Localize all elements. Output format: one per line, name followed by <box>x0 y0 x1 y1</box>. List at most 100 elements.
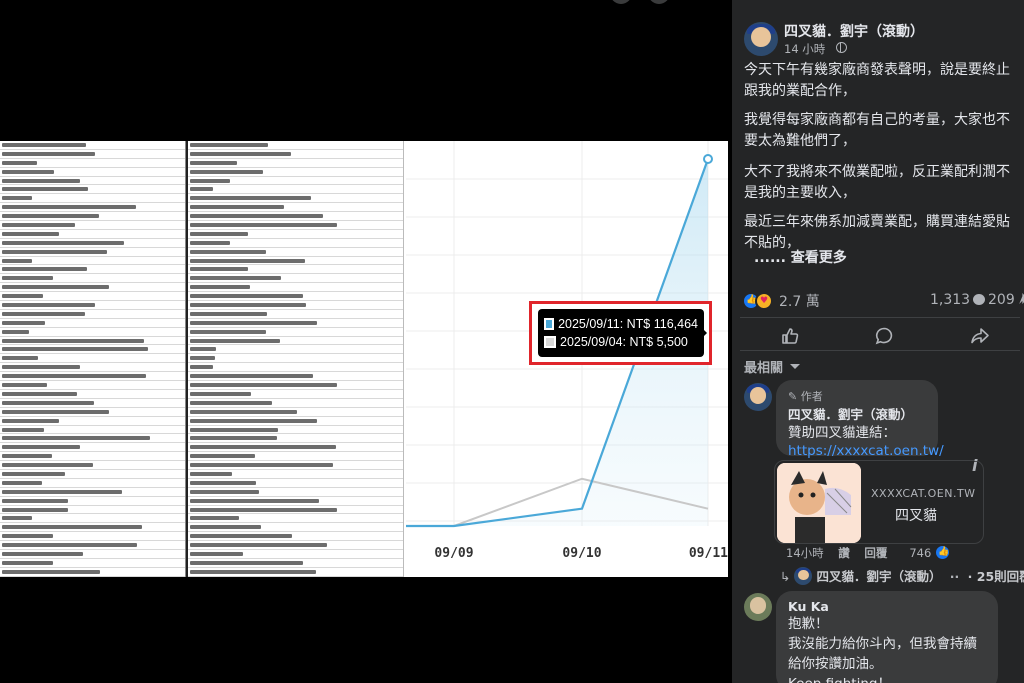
see-more-label[interactable]: ...... 查看更多 <box>754 250 847 266</box>
comment-like-button[interactable]: 讚 <box>838 546 850 560</box>
post-timestamp[interactable]: 14 小時 <box>784 41 825 57</box>
link-title: 四叉貓 <box>895 508 937 524</box>
list-row <box>0 399 185 408</box>
tooltip-row-current: 2025/09/11: NT$ 116,464 <box>544 315 698 333</box>
list-row <box>0 354 185 364</box>
comment-button[interactable] <box>870 322 898 350</box>
list-row <box>188 470 403 479</box>
comment-list-column <box>188 141 404 577</box>
commenter-avatar[interactable] <box>744 593 772 621</box>
divider <box>740 350 1020 351</box>
author-avatar[interactable] <box>744 22 778 56</box>
list-row <box>188 185 403 195</box>
like-button[interactable] <box>776 322 804 350</box>
thumbs-up-icon <box>782 328 799 344</box>
list-row <box>0 514 185 524</box>
list-row <box>188 488 403 497</box>
list-row <box>188 568 403 577</box>
list-row <box>188 408 403 417</box>
list-row <box>188 159 403 168</box>
cartoon-thumbnail <box>777 463 861 543</box>
list-row <box>188 372 403 382</box>
comment-time[interactable]: 14小時 <box>786 546 824 560</box>
list-row <box>0 239 185 248</box>
list-row <box>0 381 185 390</box>
like-reaction-icon <box>934 545 950 560</box>
list-row <box>188 417 403 426</box>
list-row <box>188 399 403 408</box>
comment-reply-button[interactable]: 回覆 <box>864 546 887 560</box>
list-row <box>0 550 185 559</box>
list-row <box>0 150 185 159</box>
tooltip-previous-value: 2025/09/04: NT$ 5,500 <box>560 335 688 349</box>
comment-text: 抱歉！ <box>788 616 829 632</box>
share-count[interactable]: 209 <box>988 292 1024 308</box>
post-panel: 四叉貓．劉宇（滾動） 14 小時 今天下午有幾家廠商發表聲明，說是要終止跟我的業… <box>732 0 1024 683</box>
share-icon <box>971 328 989 344</box>
list-row <box>188 452 403 462</box>
list-row <box>188 301 403 310</box>
post-author-name[interactable]: 四叉貓．劉宇（滾動） <box>784 21 924 41</box>
list-row <box>188 532 403 542</box>
x-tick-label: 09/10 <box>562 546 601 561</box>
list-row <box>0 203 185 213</box>
comment-count[interactable]: 1,313 <box>930 292 986 308</box>
list-row <box>0 328 185 337</box>
post-paragraph: 我覺得每家廠商都有自己的考量，大家也不要太為難他們了， <box>744 112 1010 149</box>
list-row <box>188 443 403 453</box>
more-options-icon[interactable]: i <box>972 456 977 475</box>
current-series-point <box>703 154 713 164</box>
care-reaction-icon <box>755 292 773 310</box>
tooltip-current-value: 2025/09/11: NT$ 116,464 <box>558 317 698 331</box>
sponsor-link[interactable]: https://xxxxcat.oen.tw/ <box>788 443 944 459</box>
list-row <box>0 408 185 417</box>
list-row <box>188 265 403 275</box>
list-row <box>188 212 403 222</box>
list-row <box>0 292 185 302</box>
list-row <box>0 390 185 399</box>
reaction-summary[interactable]: 2.7 萬 <box>742 291 820 311</box>
list-row <box>188 497 403 506</box>
post-paragraph: 大不了我將來不做業配啦，反正業配利潤不是我的主要收入， <box>744 164 1010 201</box>
list-row <box>0 568 185 577</box>
tooltip-highlight-box: 2025/09/11: NT$ 116,464 2025/09/04: NT$ … <box>529 301 712 365</box>
list-row <box>0 310 185 319</box>
comment-author[interactable]: 四叉貓．劉宇（滾動） <box>788 404 926 423</box>
list-row <box>0 541 185 550</box>
list-row <box>0 470 185 479</box>
image-viewer: 09/09 09/10 09/11 2025/09/11: NT$ 116,464 … <box>0 0 728 683</box>
list-row <box>188 559 403 568</box>
list-row <box>0 319 185 328</box>
comment-sort-selector[interactable]: 最相關 <box>744 357 783 376</box>
list-row <box>188 221 403 230</box>
control-dot[interactable] <box>610 0 632 4</box>
list-row <box>188 150 403 159</box>
post-paragraph: 今天下午有幾家廠商發表聲明，說是要終止跟我的業配合作， <box>744 62 1010 99</box>
list-row <box>0 479 185 488</box>
view-replies[interactable]: ↳ 四叉貓．劉宇（滾動） ·· · 25則回覆 <box>780 566 1024 585</box>
list-row <box>188 292 403 302</box>
list-row <box>188 310 403 319</box>
link-preview-card[interactable]: XXXXCAT.OEN.TW 四叉貓 <box>774 460 984 544</box>
commenter-avatar[interactable] <box>744 383 772 411</box>
x-tick-label: 09/11 <box>689 546 728 561</box>
list-row <box>188 283 403 293</box>
control-dot[interactable] <box>648 0 670 4</box>
list-row <box>0 461 185 470</box>
swatch-previous <box>544 336 556 348</box>
list-row <box>0 443 185 453</box>
chevron-down-icon[interactable] <box>790 364 800 374</box>
list-row <box>188 345 403 355</box>
list-row <box>188 354 403 364</box>
list-row <box>0 488 185 497</box>
comment-author[interactable]: Ku Ka <box>788 599 986 614</box>
list-row <box>188 390 403 399</box>
list-row <box>0 559 185 568</box>
comment-bubble-icon <box>973 294 986 305</box>
list-row <box>0 497 185 506</box>
list-row <box>0 452 185 462</box>
list-row <box>188 274 403 284</box>
list-row <box>0 265 185 275</box>
see-more-link[interactable]: ...... 查看更多 <box>754 248 1024 269</box>
share-button[interactable] <box>966 322 994 350</box>
